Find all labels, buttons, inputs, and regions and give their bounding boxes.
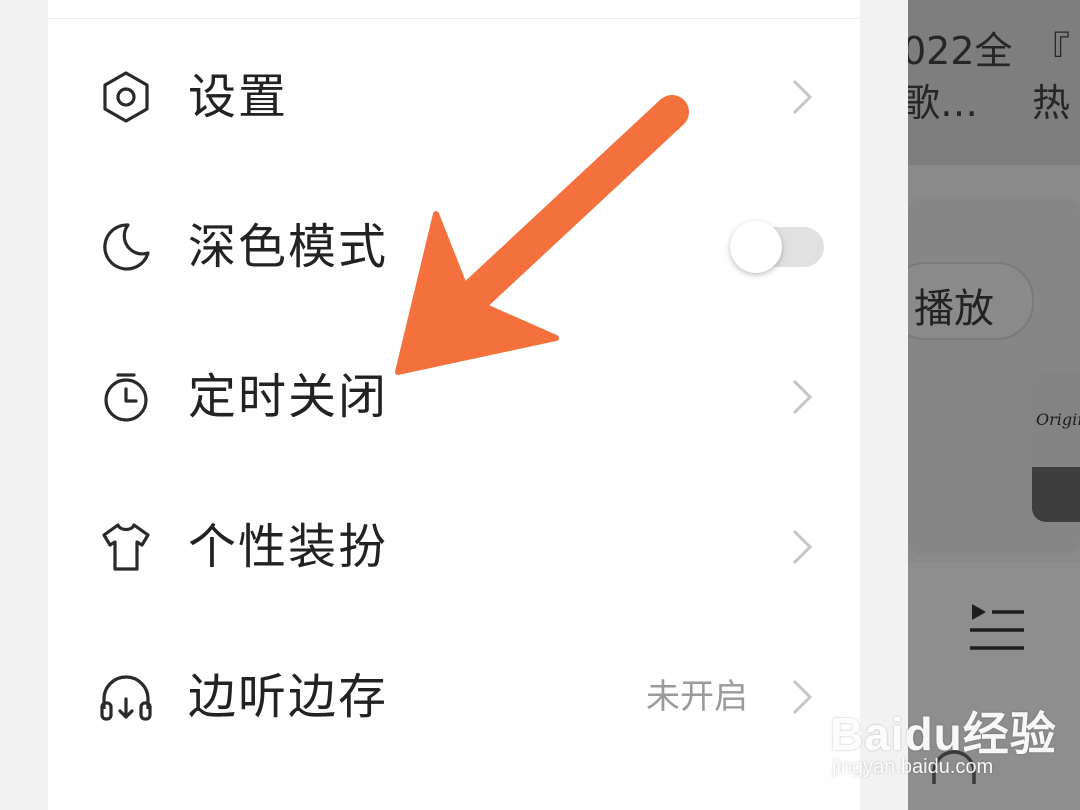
moon-icon xyxy=(98,219,154,275)
watermark-logo: Baidu经验 xyxy=(830,708,1057,760)
menu-item-label: 定时关闭 xyxy=(188,369,389,425)
listen-save-status: 未开启 xyxy=(646,677,748,717)
menu-item-theme[interactable]: 个性装扮 xyxy=(48,472,860,622)
menu-item-listen-and-save[interactable]: 边听边存 未开启 xyxy=(48,622,860,772)
card-title: 022全 xyxy=(908,29,1013,73)
dark-mode-toggle[interactable] xyxy=(730,221,824,273)
menu-item-label: 设置 xyxy=(188,69,289,125)
headphones-download-icon xyxy=(98,669,154,725)
play-button-label: 播放 xyxy=(914,286,994,332)
card-title: 热 xyxy=(1032,81,1071,125)
menu-item-label: 边听边存 xyxy=(188,669,389,725)
baidu-watermark: Baidu经验 jingyan.baidu.com xyxy=(830,690,1070,790)
chevron-right-icon xyxy=(786,677,816,717)
thumbnail-text: Origina xyxy=(1036,410,1080,429)
hexagon-settings-icon xyxy=(98,69,154,125)
album-thumbnail-photo xyxy=(1032,467,1080,522)
chevron-right-icon xyxy=(786,527,816,567)
menu-item-label: 个性装扮 xyxy=(188,519,389,575)
menu-item-dark-mode: 深色模式 xyxy=(48,172,860,322)
tshirt-icon xyxy=(98,519,154,575)
card-title: 『 xyxy=(1032,29,1071,73)
timer-icon xyxy=(98,369,154,425)
chevron-right-icon xyxy=(786,377,816,417)
chevron-right-icon xyxy=(786,77,816,117)
divider xyxy=(48,18,860,19)
playlist-queue-icon xyxy=(968,600,1026,654)
menu-item-label: 深色模式 xyxy=(188,219,389,275)
side-drawer: 设置 深色模式 定时关闭 个性装扮 边听边存 未开启 xyxy=(48,0,860,810)
background-app-overlay[interactable]: 022全 歌… 『 热 播放 Origina xyxy=(908,0,1080,810)
watermark-url: jingyan.baidu.com xyxy=(832,756,994,778)
menu-item-sleep-timer[interactable]: 定时关闭 xyxy=(48,322,860,472)
toggle-knob xyxy=(730,221,782,273)
menu-item-settings[interactable]: 设置 xyxy=(48,22,860,172)
card-title: 歌… xyxy=(908,81,979,125)
